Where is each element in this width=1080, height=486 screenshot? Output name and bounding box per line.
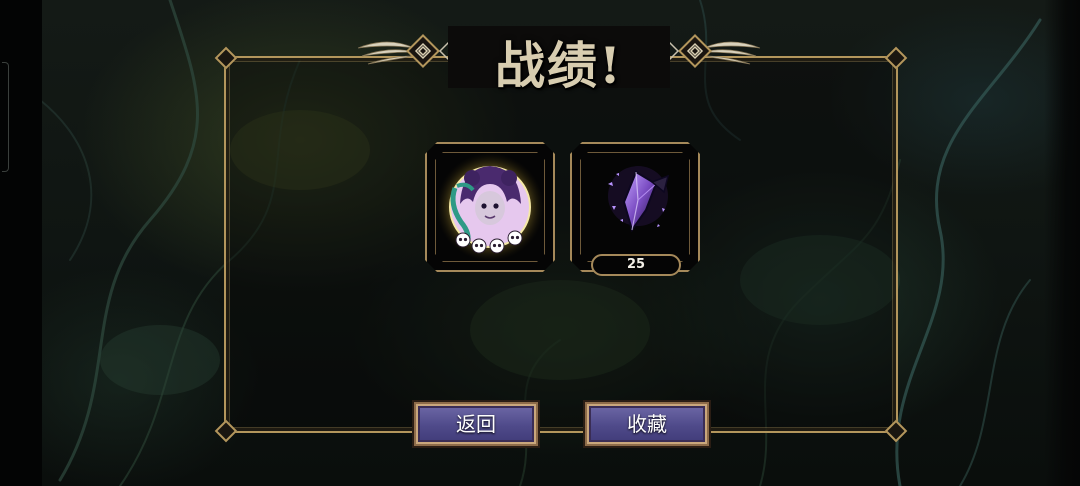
character-portrait-icon [427,144,553,270]
reward-slot-crystal[interactable] [570,142,700,272]
left-screen-edge [0,0,42,486]
results-panel [214,46,908,443]
title-banner: 战绩! [358,22,760,98]
collect-button[interactable]: 收藏 [583,400,711,448]
side-handle[interactable] [2,62,9,172]
right-screen-edge [1044,0,1080,486]
crystal-count-badge: 25 [591,254,681,276]
reward-slot-character[interactable] [425,142,555,272]
dialog-title: 战绩! [495,36,623,95]
back-button[interactable]: 返回 [412,400,540,448]
dark-crystal-icon [572,144,698,270]
game-screen: 战绩! 25 返回 收藏 [0,0,1080,486]
